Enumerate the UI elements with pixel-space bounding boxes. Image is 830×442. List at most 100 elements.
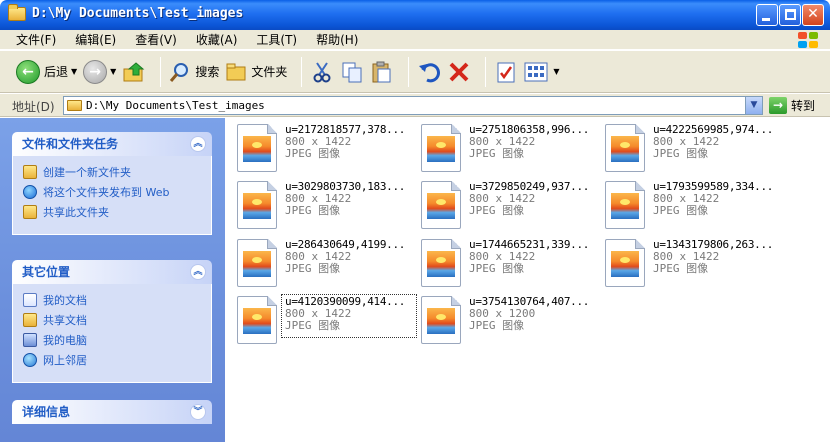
thumbnail-image xyxy=(427,136,455,162)
file-info: u=2751806358,996... 800 x 1422 JPEG 图像 xyxy=(469,124,589,160)
other-places-box: 其它位置 ︽ 我的文档 共享文档 我的电脑 网上邻居 xyxy=(12,260,212,383)
file-item[interactable]: u=4222569985,974... 800 x 1422 JPEG 图像 xyxy=(605,124,785,178)
address-bar: 地址(D) D:\My Documents\Test_images ▼ → 转到 xyxy=(0,94,830,117)
toolbar: ← 后退 ▼ → ▼ 搜索 文件夹 ▼ xyxy=(0,51,830,93)
forward-button[interactable]: → ▼ xyxy=(83,57,116,87)
maximize-icon xyxy=(785,9,796,20)
file-item[interactable]: u=3729850249,937... 800 x 1422 JPEG 图像 xyxy=(421,181,601,235)
thumbnail-sun xyxy=(620,199,630,205)
file-folder-tasks-title: 文件和文件夹任务 xyxy=(22,137,119,151)
other-places-header[interactable]: 其它位置 ︽ xyxy=(12,260,212,284)
back-button[interactable]: ← 后退 ▼ xyxy=(16,57,77,87)
address-dropdown-icon[interactable]: ▼ xyxy=(745,97,762,114)
thumbnail-sun xyxy=(436,199,446,205)
file-info: u=3029803730,183... 800 x 1422 JPEG 图像 xyxy=(285,181,405,217)
task-label: 创建一个新文件夹 xyxy=(43,166,131,179)
file-item[interactable]: u=3029803730,183... 800 x 1422 JPEG 图像 xyxy=(237,181,417,235)
task-share-folder[interactable]: 共享此文件夹 xyxy=(23,204,201,220)
file-type: JPEG 图像 xyxy=(469,147,525,160)
jpeg-file-icon xyxy=(605,124,645,172)
file-type: JPEG 图像 xyxy=(653,262,709,275)
collapse-chevron-icon[interactable]: ︽ xyxy=(190,136,206,152)
place-my-documents[interactable]: 我的文档 xyxy=(23,292,201,308)
file-item[interactable]: u=4120390099,414... 800 x 1422 JPEG 图像 xyxy=(237,294,417,350)
collapse-chevron-icon[interactable]: ︽ xyxy=(190,264,206,280)
file-folder-tasks-body: 创建一个新文件夹 将这个文件夹发布到 Web 共享此文件夹 xyxy=(12,156,212,235)
place-shared-documents[interactable]: 共享文档 xyxy=(23,312,201,328)
folders-icon xyxy=(226,63,246,80)
up-button[interactable] xyxy=(122,57,146,87)
address-input[interactable]: D:\My Documents\Test_images ▼ xyxy=(63,96,763,115)
jpeg-file-icon xyxy=(237,181,277,229)
file-item[interactable]: u=3754130764,407... 800 x 1200 JPEG 图像 xyxy=(421,296,601,350)
file-item[interactable]: u=1744665231,339... 800 x 1422 JPEG 图像 xyxy=(421,239,601,293)
menu-tools[interactable]: 工具(T) xyxy=(256,31,297,48)
file-type: JPEG 图像 xyxy=(285,262,341,275)
go-button[interactable]: → 转到 xyxy=(769,97,815,114)
folders-button[interactable]: 文件夹 xyxy=(225,57,287,87)
place-network[interactable]: 网上邻居 xyxy=(23,352,201,368)
minimize-icon xyxy=(762,18,770,21)
task-label: 共享此文件夹 xyxy=(43,206,109,219)
place-my-computer[interactable]: 我的电脑 xyxy=(23,332,201,348)
other-places-title: 其它位置 xyxy=(22,265,71,279)
place-label: 我的电脑 xyxy=(43,334,87,347)
views-button[interactable]: ▼ xyxy=(524,57,560,87)
expand-chevron-icon[interactable]: ︾ xyxy=(190,404,206,420)
menu-help[interactable]: 帮助(H) xyxy=(316,31,358,48)
file-info: u=3729850249,937... 800 x 1422 JPEG 图像 xyxy=(469,181,589,217)
file-type: JPEG 图像 xyxy=(653,204,709,217)
file-type: JPEG 图像 xyxy=(469,204,525,217)
file-item[interactable]: u=286430649,4199... 800 x 1422 JPEG 图像 xyxy=(237,239,417,293)
menu-view[interactable]: 查看(V) xyxy=(135,31,177,48)
file-type: JPEG 图像 xyxy=(285,319,341,332)
file-folder-tasks-header[interactable]: 文件和文件夹任务 ︽ xyxy=(12,132,212,156)
file-list: u=2172818577,378... 800 x 1422 JPEG 图像 u=27… xyxy=(225,118,830,442)
file-item[interactable]: u=2751806358,996... 800 x 1422 JPEG 图像 xyxy=(421,124,601,178)
address-label: 地址(D) xyxy=(12,100,55,114)
close-button[interactable]: ✕ xyxy=(802,4,824,26)
task-new-folder[interactable]: 创建一个新文件夹 xyxy=(23,164,201,180)
cut-button[interactable] xyxy=(310,57,334,87)
properties-button[interactable] xyxy=(494,57,518,87)
delete-icon xyxy=(449,62,469,81)
back-label: 后退 xyxy=(44,65,69,79)
menu-file[interactable]: 文件(F) xyxy=(16,31,56,48)
task-publish-web[interactable]: 将这个文件夹发布到 Web xyxy=(23,184,201,200)
my-documents-icon xyxy=(23,293,37,307)
file-item[interactable]: u=2172818577,378... 800 x 1422 JPEG 图像 xyxy=(237,124,417,178)
thumbnail-sun xyxy=(620,142,630,148)
place-label: 网上邻居 xyxy=(43,354,87,367)
task-label: 将这个文件夹发布到 Web xyxy=(43,186,170,199)
file-type: JPEG 图像 xyxy=(285,147,341,160)
scissors-icon xyxy=(313,61,331,82)
copy-icon xyxy=(342,62,362,82)
thumbnail-image xyxy=(611,251,639,277)
title-bar[interactable]: D:\My Documents\Test_images ✕ xyxy=(0,0,830,30)
thumbnail-image xyxy=(611,136,639,162)
details-header[interactable]: 详细信息 ︾ xyxy=(12,400,212,424)
folder-icon xyxy=(67,100,82,111)
thumbnail-sun xyxy=(620,257,630,263)
paste-button[interactable] xyxy=(370,57,394,87)
file-item[interactable]: u=1343179806,263... 800 x 1422 JPEG 图像 xyxy=(605,239,785,293)
menu-edit[interactable]: 编辑(E) xyxy=(75,31,116,48)
search-button[interactable]: 搜索 xyxy=(169,57,219,87)
maximize-button[interactable] xyxy=(779,4,801,26)
thumbnail-sun xyxy=(436,314,446,320)
place-label: 我的文档 xyxy=(43,294,87,307)
toolbar-separator xyxy=(301,56,303,87)
back-dropdown-icon[interactable]: ▼ xyxy=(71,67,77,76)
forward-dropdown-icon[interactable]: ▼ xyxy=(110,67,116,76)
delete-button[interactable] xyxy=(447,57,471,87)
views-dropdown-icon[interactable]: ▼ xyxy=(553,67,559,76)
undo-button[interactable] xyxy=(417,57,441,87)
menu-favorites[interactable]: 收藏(A) xyxy=(196,31,238,48)
file-item[interactable]: u=1793599589,334... 800 x 1422 JPEG 图像 xyxy=(605,181,785,235)
file-info: u=2172818577,378... 800 x 1422 JPEG 图像 xyxy=(285,124,405,160)
copy-button[interactable] xyxy=(340,57,364,87)
up-folder-icon xyxy=(123,61,145,81)
jpeg-file-icon xyxy=(421,181,461,229)
file-info: u=3754130764,407... 800 x 1200 JPEG 图像 xyxy=(469,296,589,332)
minimize-button[interactable] xyxy=(756,4,778,26)
